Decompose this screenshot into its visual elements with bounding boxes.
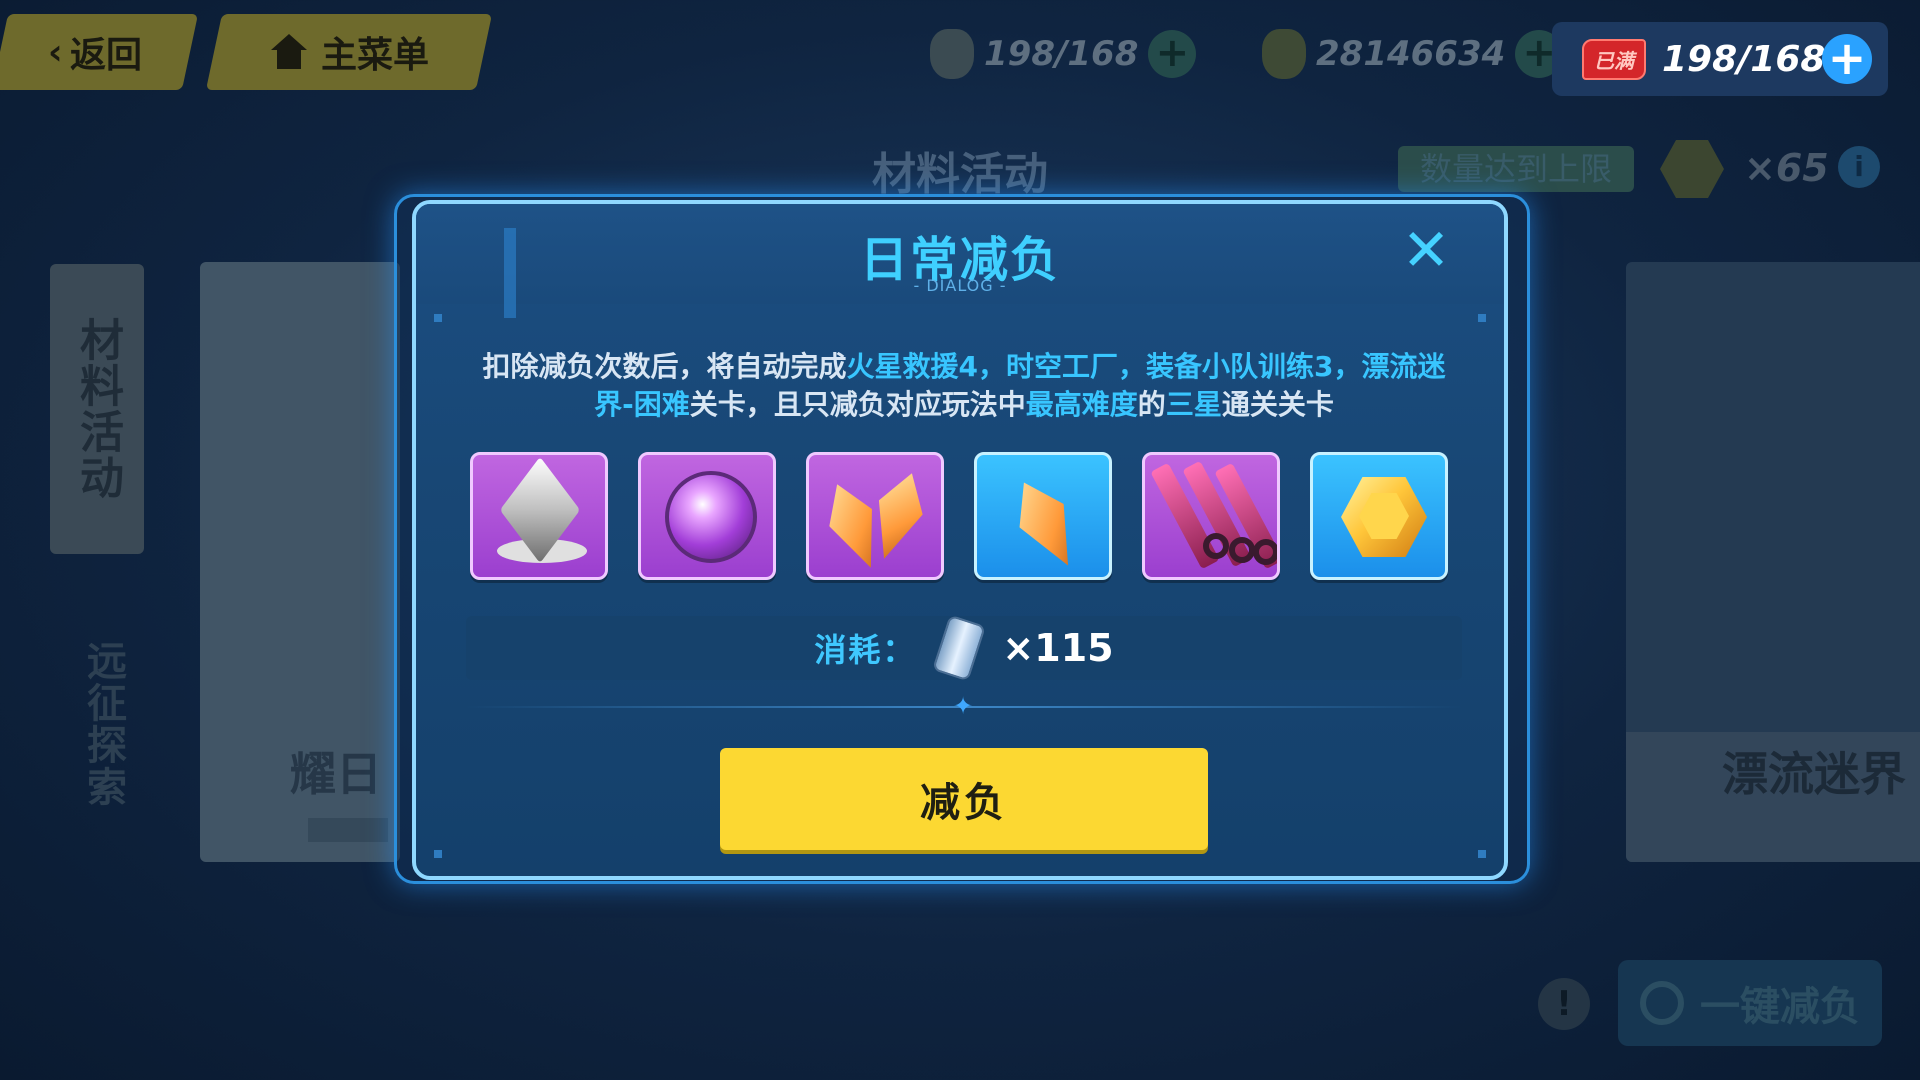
orange-crystals-icon bbox=[816, 476, 892, 577]
resource-1-add-button[interactable]: + bbox=[1148, 30, 1197, 78]
one-click-reduce-label: 一键减负 bbox=[1700, 984, 1860, 1030]
home-icon bbox=[269, 34, 309, 70]
desc-highlight-difficulty: 最高难度 bbox=[1025, 388, 1138, 421]
reduce-coin-icon bbox=[1660, 140, 1724, 198]
stamina-add-button[interactable]: + bbox=[1822, 34, 1872, 84]
orange-crystals-icon bbox=[862, 466, 934, 566]
stamina-value: 198/168 bbox=[1662, 38, 1826, 80]
dialog-description: 扣除减负次数后，将自动完成火星救援4，时空工厂，装备小队训练3，漂流迷界-困难关… bbox=[466, 348, 1462, 424]
close-icon[interactable]: ✕ bbox=[1396, 221, 1456, 282]
cost-label: 消耗： bbox=[814, 631, 917, 669]
reward-item[interactable] bbox=[470, 452, 608, 580]
back-button-label: 返回 bbox=[70, 35, 143, 76]
daily-reduce-dialog: 日常减负 - DIALOG - ✕ 扣除减负次数后，将自动完成火星救援4，时空工… bbox=[412, 200, 1508, 880]
purple-orb-icon bbox=[665, 471, 757, 563]
stamina-panel: 已满 198/168 + bbox=[1552, 22, 1888, 96]
stamina-full-badge: 已满 bbox=[1582, 38, 1646, 80]
pin-ring-shape bbox=[1253, 539, 1277, 565]
main-menu-label: 主菜单 bbox=[320, 35, 429, 76]
info-icon[interactable]: i bbox=[1838, 146, 1880, 188]
coin-icon bbox=[1262, 29, 1306, 79]
desc-text: 关卡，且只减负对应玩法中 bbox=[689, 388, 1026, 421]
reduce-confirm-button[interactable]: 减负 bbox=[720, 748, 1208, 850]
sidetab-material-activity-label: 材料活动 bbox=[72, 317, 123, 501]
activity-card-right-caption-wrap: 漂流迷界 bbox=[1626, 262, 1920, 862]
one-click-reduce-button[interactable]: 一键减负 bbox=[1618, 960, 1882, 1046]
reduce-coin-count: ×65 bbox=[1744, 146, 1829, 190]
desc-highlight-stars: 三星 bbox=[1165, 388, 1222, 421]
lightning-icon bbox=[1640, 981, 1684, 1025]
cost-bar: 消耗： ×115 bbox=[466, 614, 1462, 682]
corner-dot bbox=[434, 314, 442, 322]
sparkle-icon: ✦ bbox=[952, 692, 974, 720]
dialog-subtitle: - DIALOG - bbox=[913, 276, 1007, 295]
reward-item[interactable] bbox=[974, 452, 1112, 580]
resource-1-icon bbox=[930, 29, 974, 79]
chevron-left-icon: ‹ bbox=[47, 31, 63, 73]
reward-item[interactable] bbox=[1310, 452, 1448, 580]
resource-2: 28146634 + bbox=[1262, 22, 1564, 86]
stamina-vial-icon bbox=[932, 614, 987, 682]
reward-item-list bbox=[470, 452, 1458, 584]
resource-1: 198/168 + bbox=[930, 22, 1197, 86]
reward-item[interactable] bbox=[806, 452, 944, 580]
activity-card-left[interactable]: 耀日 bbox=[200, 262, 400, 862]
reward-item[interactable] bbox=[638, 452, 776, 580]
limit-reached-label: 数量达到上限 bbox=[1398, 146, 1634, 192]
corner-dot bbox=[1478, 850, 1486, 858]
reward-item[interactable] bbox=[1142, 452, 1280, 580]
sidetab-expedition-label: 远征探索 bbox=[80, 640, 126, 808]
activity-card-left-sub bbox=[308, 818, 388, 842]
corner-dot bbox=[1478, 314, 1486, 322]
alert-icon[interactable]: ! bbox=[1538, 978, 1590, 1030]
top-bar: ‹ 返回 主菜单 198/168 + 28146634 + 已满 198/168… bbox=[0, 0, 1920, 100]
activity-card-right-title: 漂流迷界 bbox=[1722, 747, 1906, 801]
pin-ring-shape bbox=[1229, 537, 1255, 563]
activity-card-left-title: 耀日 bbox=[290, 747, 382, 801]
desc-text: 的 bbox=[1137, 388, 1166, 421]
pin-ring-shape bbox=[1203, 533, 1229, 559]
orange-crystal-icon bbox=[1002, 471, 1090, 577]
reduce-confirm-label: 减负 bbox=[920, 780, 1008, 826]
corner-dot bbox=[434, 850, 442, 858]
cost-value: ×115 bbox=[1002, 626, 1114, 670]
desc-text: 扣除减负次数后，将自动完成 bbox=[482, 350, 847, 383]
desc-text: 通关关卡 bbox=[1221, 388, 1334, 421]
sidetab-material-activity[interactable]: 材料活动 bbox=[50, 264, 144, 554]
panel-title: 材料活动 bbox=[872, 149, 1048, 200]
resource-1-value: 198/168 bbox=[984, 34, 1139, 74]
main-menu-button[interactable]: 主菜单 bbox=[205, 14, 493, 90]
resource-2-value: 28146634 bbox=[1316, 34, 1506, 74]
back-button[interactable]: ‹ 返回 bbox=[0, 14, 199, 90]
